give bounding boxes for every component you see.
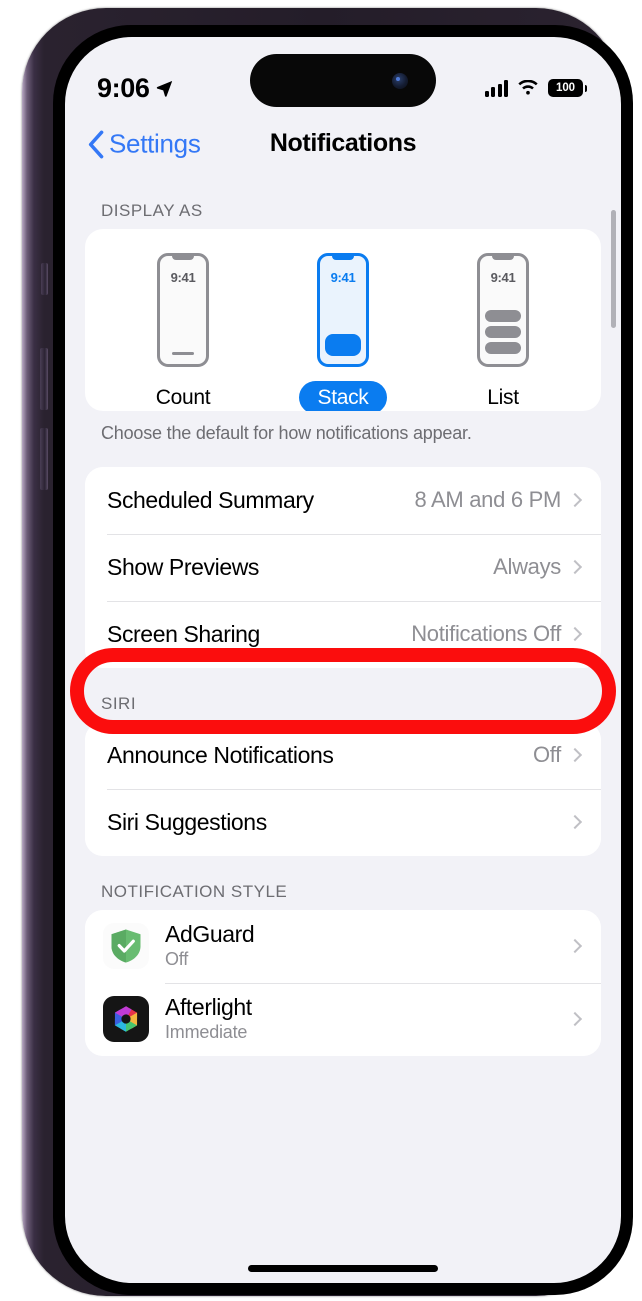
row-scheduled-summary-value: 8 AM and 6 PM: [414, 487, 561, 512]
row-announce-notifications[interactable]: Announce Notifications Off: [85, 721, 601, 789]
row-scheduled-summary-right: 8 AM and 6 PM: [414, 487, 583, 513]
display-as-card: 9:41 Count 9:41 Stack 9:41 List: [85, 229, 601, 411]
row-siri-suggestions-right: [561, 814, 583, 830]
adguard-shield-icon: [103, 923, 149, 969]
stack-preview-time: 9:41: [330, 270, 356, 285]
count-preview-time: 9:41: [170, 270, 196, 285]
list-preview-phone: 9:41: [477, 253, 529, 367]
row-siri-suggestions-label: Siri Suggestions: [107, 808, 267, 835]
stack-preview-phone: 9:41: [317, 253, 369, 367]
app-row-afterlight-name: Afterlight: [165, 994, 252, 1021]
siri-section-header: SIRI: [101, 693, 137, 713]
row-show-previews-value: Always: [493, 554, 561, 579]
volume-up-button[interactable]: [40, 348, 48, 410]
back-button-label: Settings: [109, 128, 201, 159]
app-row-adguard-text: AdGuard Off: [165, 922, 570, 969]
display-option-stack-label: Stack: [299, 381, 387, 411]
row-scheduled-summary-label: Scheduled Summary: [107, 486, 314, 513]
display-option-list-label: List: [487, 386, 519, 409]
cellular-signal-icon: [484, 79, 508, 97]
status-bar: 9:06 100: [65, 37, 621, 113]
app-row-adguard-status: Off: [165, 948, 189, 969]
display-option-stack[interactable]: 9:41 Stack: [283, 253, 403, 411]
general-settings-card: Scheduled Summary 8 AM and 6 PM Show Pre…: [85, 466, 601, 668]
chevron-right-icon: [567, 814, 583, 830]
mini-stack-bar: [325, 334, 361, 356]
navigation-bar: Settings Notifications: [65, 113, 621, 175]
app-row-adguard[interactable]: AdGuard Off: [85, 909, 601, 983]
mini-home-indicator: [172, 351, 194, 355]
mini-notch: [172, 255, 194, 260]
count-preview-phone: 9:41: [157, 253, 209, 367]
page-title: Notifications: [269, 129, 417, 157]
battery-percent-label: 100: [556, 82, 575, 94]
row-show-previews-label: Show Previews: [107, 553, 260, 580]
afterlight-aperture-icon: [103, 996, 149, 1042]
row-screen-sharing-right: Notifications Off: [411, 621, 583, 647]
phone-frame: 9:06 100 Settings Notifications DISPLAY …: [22, 8, 633, 1296]
scrollbar-thumb[interactable]: [611, 210, 616, 328]
chevron-left-icon: [88, 130, 104, 158]
chevron-right-icon: [567, 938, 583, 954]
row-screen-sharing-label: Screen Sharing: [107, 620, 260, 647]
row-screen-sharing-value: Notifications Off: [411, 621, 561, 646]
display-as-section-header: DISPLAY AS: [101, 201, 203, 220]
back-button[interactable]: Settings: [87, 129, 201, 160]
mini-list-rows: [485, 310, 521, 354]
display-option-list[interactable]: 9:41 List: [443, 253, 563, 411]
status-clock: 9:06: [97, 72, 150, 103]
row-show-previews[interactable]: Show Previews Always: [85, 533, 601, 601]
app-row-afterlight-text: Afterlight Immediate: [165, 995, 570, 1042]
row-siri-suggestions[interactable]: Siri Suggestions: [85, 788, 601, 856]
battery-tip: [584, 84, 587, 92]
chevron-right-icon: [567, 1011, 583, 1027]
chevron-right-icon: [567, 747, 583, 763]
volume-down-button[interactable]: [40, 428, 48, 490]
battery-icon: 100: [548, 79, 587, 97]
display-as-footnote: Choose the default for how notifications…: [101, 423, 472, 443]
row-screen-sharing[interactable]: Screen Sharing Notifications Off: [85, 600, 601, 668]
chevron-right-icon: [567, 626, 583, 642]
wifi-icon: [518, 79, 538, 95]
status-bar-left: 9:06: [97, 73, 174, 104]
home-indicator[interactable]: [248, 1265, 438, 1272]
front-camera-icon: [392, 72, 408, 89]
silent-switch[interactable]: [41, 263, 48, 295]
chevron-right-icon: [567, 559, 583, 575]
display-option-count[interactable]: 9:41 Count: [123, 253, 243, 411]
row-show-previews-right: Always: [493, 554, 583, 580]
dynamic-island: [250, 54, 436, 107]
notification-style-section-header: NOTIFICATION STYLE: [101, 881, 288, 901]
app-row-afterlight[interactable]: Afterlight Immediate: [85, 982, 601, 1056]
battery-body: 100: [548, 79, 583, 97]
chevron-right-icon: [567, 492, 583, 508]
status-bar-right: 100: [484, 79, 587, 97]
settings-scroll-view[interactable]: DISPLAY AS 9:41 Count 9:41 Stack 9:41 Li…: [65, 175, 621, 1283]
siri-card: Announce Notifications Off Siri Suggesti…: [85, 721, 601, 856]
app-row-adguard-name: AdGuard: [165, 921, 255, 948]
location-arrow-icon: [157, 80, 173, 97]
mini-notch: [492, 255, 514, 260]
row-announce-notifications-right: Off: [533, 742, 583, 768]
row-announce-notifications-value: Off: [532, 742, 561, 767]
phone-screen: 9:06 100 Settings Notifications DISPLAY …: [65, 37, 621, 1283]
mini-notch: [332, 255, 354, 260]
list-preview-time: 9:41: [490, 270, 516, 285]
display-as-options: 9:41 Count 9:41 Stack 9:41 List: [85, 229, 601, 411]
notification-style-card: AdGuard Off Afterlight Immediate: [85, 909, 601, 1056]
row-scheduled-summary[interactable]: Scheduled Summary 8 AM and 6 PM: [85, 466, 601, 534]
display-option-count-label: Count: [155, 386, 211, 409]
row-announce-notifications-label: Announce Notifications: [107, 741, 334, 768]
app-row-afterlight-status: Immediate: [165, 1021, 248, 1042]
